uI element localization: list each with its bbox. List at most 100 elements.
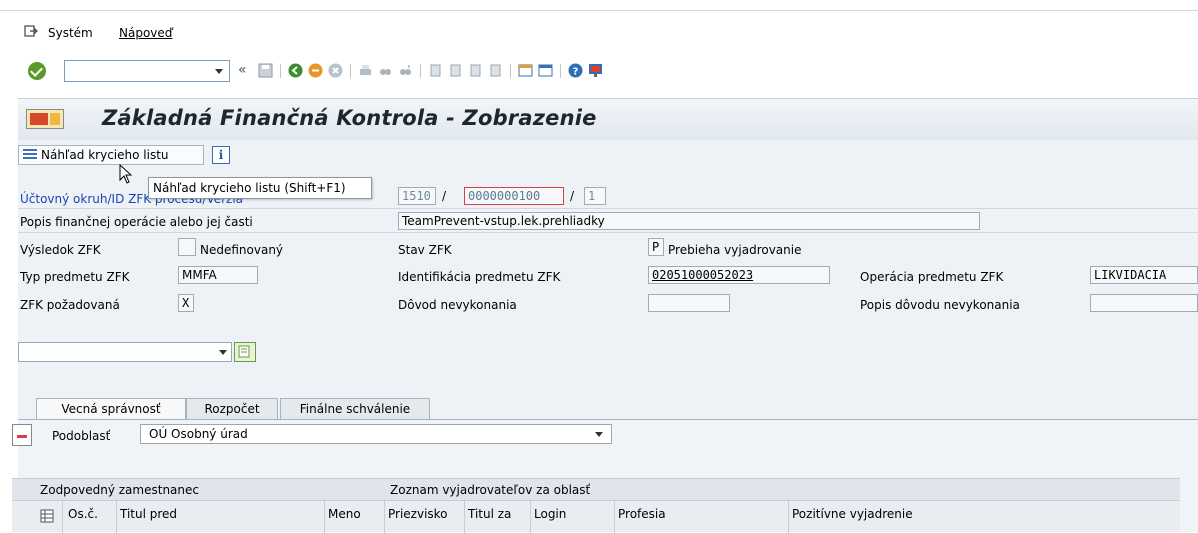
chevron-down-icon[interactable] bbox=[215, 69, 223, 74]
column-separator bbox=[788, 501, 789, 533]
popis-label: Popis finančnej operácie alebo jej časti bbox=[20, 215, 253, 229]
pozadovana-label: ZFK požadovaná bbox=[20, 298, 120, 312]
subscreen-button[interactable] bbox=[234, 342, 256, 362]
tab-rozpocet[interactable]: Rozpočet bbox=[186, 398, 278, 420]
menu-help[interactable]: Nápoveď bbox=[119, 26, 172, 40]
menu-bar: Systém Nápoveď bbox=[0, 22, 1198, 44]
column-separator bbox=[384, 501, 385, 533]
zfk-id-field[interactable]: 0000000100 bbox=[464, 187, 564, 205]
command-field[interactable] bbox=[64, 60, 230, 82]
menu-system[interactable]: Systém bbox=[48, 26, 93, 40]
group-head-employee: Zodpovedný zamestnanec bbox=[40, 483, 199, 497]
typ-label: Typ predmetu ZFK bbox=[20, 270, 130, 284]
tab-finalne-schvalenie[interactable]: Finálne schválenie bbox=[280, 398, 430, 420]
separator-slash: / bbox=[570, 189, 575, 203]
divider bbox=[18, 232, 1198, 233]
find-icon[interactable] bbox=[378, 63, 393, 78]
col-titul-za[interactable]: Titul za bbox=[468, 507, 511, 521]
col-login[interactable]: Login bbox=[534, 507, 566, 521]
customize-layout-icon[interactable] bbox=[588, 63, 603, 78]
popis-dovodu-field[interactable] bbox=[1090, 294, 1198, 312]
divider bbox=[18, 208, 1198, 209]
back-icon[interactable] bbox=[288, 63, 303, 78]
column-separator bbox=[116, 501, 117, 533]
column-separator bbox=[62, 501, 63, 533]
col-meno[interactable]: Meno bbox=[328, 507, 361, 521]
vysledok-value: Nedefinovaný bbox=[200, 243, 284, 257]
podoblast-value: OÚ Osobný úrad bbox=[149, 427, 248, 441]
group-head-list: Zoznam vyjadrovateľov za oblasť bbox=[390, 483, 591, 497]
cover-sheet-preview-label: Náhľad krycieho listu bbox=[41, 148, 169, 162]
operacia-field[interactable]: LIKVIDACIA bbox=[1090, 266, 1198, 284]
chevron-down-icon[interactable] bbox=[595, 432, 603, 437]
header-form: Účtovný okruh/ID ZFK procesu/Verzia 1510… bbox=[18, 170, 1198, 396]
toolbar-separator bbox=[560, 64, 561, 78]
operacia-label: Operácia predmetu ZFK bbox=[860, 270, 1004, 284]
column-separator bbox=[324, 501, 325, 533]
separator-slash: / bbox=[442, 189, 447, 203]
mouse-cursor-icon bbox=[119, 164, 133, 184]
podoblast-select[interactable]: OÚ Osobný úrad bbox=[140, 424, 612, 444]
delete-row-icon[interactable] bbox=[12, 424, 32, 446]
last-page-icon[interactable] bbox=[488, 63, 503, 78]
standard-toolbar: « ? bbox=[0, 56, 1198, 86]
tooltip: Náhľad krycieho listu (Shift+F1) bbox=[148, 177, 372, 199]
ident-field[interactable]: 02051000052023 bbox=[648, 266, 830, 284]
okruh-field[interactable]: 1510 bbox=[398, 187, 436, 205]
typ-field[interactable]: MMFA bbox=[178, 266, 258, 284]
save-icon[interactable] bbox=[258, 63, 273, 78]
grid-column-header: Os.č. Titul pred Meno Priezvisko Titul z… bbox=[12, 500, 1180, 533]
top-border bbox=[0, 10, 1198, 11]
list-icon bbox=[23, 149, 37, 161]
col-profesia[interactable]: Profesia bbox=[618, 507, 666, 521]
verzia-field[interactable]: 1 bbox=[584, 187, 606, 205]
pozadovana-field[interactable]: X bbox=[178, 294, 194, 312]
page-title: Základná Finančná Kontrola - Zobrazenie bbox=[102, 106, 597, 130]
cancel-icon[interactable] bbox=[328, 63, 343, 78]
svg-text:?: ? bbox=[573, 67, 579, 78]
podoblast-label: Podoblasť bbox=[52, 429, 111, 443]
cover-sheet-preview-button[interactable]: Náhľad krycieho listu bbox=[18, 145, 204, 165]
enter-check-icon[interactable] bbox=[28, 62, 46, 80]
first-page-icon[interactable] bbox=[428, 63, 443, 78]
exit-icon[interactable] bbox=[308, 63, 323, 78]
title-bar: Základná Finančná Kontrola - Zobrazenie bbox=[18, 98, 1198, 140]
col-titul-pred[interactable]: Titul pred bbox=[120, 507, 177, 521]
toolbar-separator bbox=[510, 64, 511, 78]
column-separator bbox=[530, 501, 531, 533]
tab-strip: Vecná správnosť Rozpočet Finálne schvále… bbox=[18, 396, 1198, 421]
subscreen-dropdown[interactable] bbox=[18, 342, 232, 362]
collapse-toolbar-icon[interactable]: « bbox=[238, 62, 247, 78]
stav-label: Stav ZFK bbox=[398, 243, 452, 257]
col-os-c[interactable]: Os.č. bbox=[68, 507, 98, 521]
info-icon[interactable]: i bbox=[212, 146, 230, 164]
vysledok-code-field[interactable] bbox=[178, 238, 196, 256]
shortcut-icon[interactable] bbox=[538, 63, 553, 78]
add-row-icon bbox=[238, 345, 250, 358]
stav-value: Prebieha vyjadrovanie bbox=[668, 243, 802, 257]
vysledok-label: Výsledok ZFK bbox=[20, 243, 101, 257]
column-separator bbox=[464, 501, 465, 533]
select-all-icon[interactable] bbox=[40, 509, 54, 523]
stav-code-field[interactable]: P bbox=[648, 238, 664, 256]
print-icon[interactable] bbox=[358, 63, 373, 78]
col-priezvisko[interactable]: Priezvisko bbox=[388, 507, 448, 521]
col-pozitivne-vyjadrenie[interactable]: Pozitívne vyjadrenie bbox=[792, 507, 913, 521]
ident-label: Identifikácia predmetu ZFK bbox=[398, 270, 561, 284]
toolbar-separator bbox=[350, 64, 351, 78]
tab-vecna-spravnost[interactable]: Vecná správnosť bbox=[36, 398, 186, 421]
previous-page-icon[interactable] bbox=[448, 63, 463, 78]
new-session-icon[interactable] bbox=[518, 63, 533, 78]
application-toolbar: Náhľad krycieho listu i bbox=[18, 140, 1198, 170]
next-page-icon[interactable] bbox=[468, 63, 483, 78]
popis-field[interactable]: TeamPrevent-vstup.lek.prehliadky bbox=[398, 212, 980, 230]
dovod-label: Dôvod nevykonania bbox=[398, 298, 517, 312]
chevron-down-icon[interactable] bbox=[219, 350, 227, 355]
menu-exit-icon[interactable] bbox=[24, 25, 38, 37]
dovod-field[interactable] bbox=[648, 294, 730, 312]
toolbar-separator bbox=[280, 64, 281, 78]
find-next-icon[interactable] bbox=[398, 63, 413, 78]
help-icon[interactable]: ? bbox=[568, 63, 583, 78]
column-separator bbox=[614, 501, 615, 533]
toolbar-separator bbox=[420, 64, 421, 78]
